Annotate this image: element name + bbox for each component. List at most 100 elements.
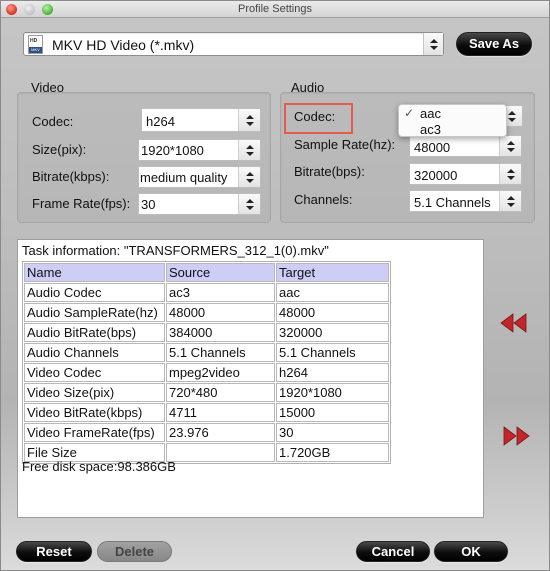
cell-name: Video Codec: [24, 363, 165, 382]
audio-samplerate-label: Sample Rate(hz):: [294, 137, 396, 152]
cell-target: 5.1 Channels: [276, 343, 389, 362]
up-down-arrows-icon: [429, 38, 438, 50]
audio-samplerate-stepper[interactable]: [499, 136, 521, 156]
reset-button[interactable]: Reset: [16, 541, 92, 562]
cell-target: 15000: [276, 403, 389, 422]
column-header-name: Name: [24, 263, 165, 282]
table-row: Audio Codec ac3 aac: [24, 283, 389, 302]
cell-source: 4711: [166, 403, 275, 422]
up-down-arrows-icon: [506, 195, 515, 207]
video-framerate-value: 30: [141, 197, 156, 212]
task-information-panel: Task information: "TRANSFORMERS_312_1(0)…: [17, 239, 484, 518]
dropdown-option-label: ac3: [420, 122, 441, 137]
task-information-table: Name Source Target Audio Codec ac3 aac Audi…: [22, 261, 391, 464]
save-as-button[interactable]: Save As: [456, 32, 532, 56]
cell-source: 720*480: [166, 383, 275, 402]
video-codec-value: h264: [146, 114, 175, 129]
audio-bitrate-value: 320000: [414, 168, 458, 183]
table-row: Audio Channels 5.1 Channels 5.1 Channels: [24, 343, 389, 362]
video-framerate-label: Frame Rate(fps):: [32, 196, 131, 211]
audio-bitrate-stepper[interactable]: [499, 164, 521, 184]
up-down-arrows-icon: [506, 140, 515, 152]
audio-bitrate-select[interactable]: 320000: [409, 163, 522, 185]
profile-select-stepper[interactable]: [423, 33, 443, 55]
video-codec-label: Codec:: [32, 114, 74, 129]
cell-target: 1920*1080: [276, 383, 389, 402]
table-row: Video Codec mpeg2video h264: [24, 363, 389, 382]
cancel-button[interactable]: Cancel: [356, 541, 430, 562]
table-header-row: Name Source Target: [24, 263, 389, 282]
cell-target: 30: [276, 423, 389, 442]
video-size-label: Size(pix):: [32, 142, 87, 157]
video-framerate-select[interactable]: 30: [138, 193, 261, 215]
up-down-arrows-icon: [245, 114, 254, 126]
video-size-value: 1920*1080: [141, 143, 204, 158]
cell-target: 48000: [276, 303, 389, 322]
audio-bitrate-label: Bitrate(bps):: [294, 164, 365, 179]
free-disk-space: Free disk space:98.386GB: [22, 459, 176, 474]
cell-name: Audio Codec: [24, 283, 165, 302]
checkmark-icon: ✓: [404, 106, 415, 120]
dropdown-option-label: aac: [420, 106, 441, 121]
video-codec-stepper[interactable]: [238, 109, 260, 131]
cell-source: 5.1 Channels: [166, 343, 275, 362]
cell-target: 1.720GB: [276, 443, 389, 462]
cell-target: aac: [276, 283, 389, 302]
table-row: Audio SampleRate(hz) 48000 48000: [24, 303, 389, 322]
video-bitrate-stepper[interactable]: [238, 167, 260, 187]
profile-select-value: MKV HD Video (*.mkv): [52, 37, 195, 53]
cell-source: 23.976: [166, 423, 275, 442]
video-framerate-stepper[interactable]: [238, 194, 260, 214]
title-bar: Profile Settings: [1, 1, 549, 18]
table-row: Audio BitRate(bps) 384000 320000: [24, 323, 389, 342]
table-row: Video BitRate(kbps) 4711 15000: [24, 403, 389, 422]
video-size-stepper[interactable]: [238, 140, 260, 160]
column-header-source: Source: [166, 263, 275, 282]
table-row: Video FrameRate(fps) 23.976 30: [24, 423, 389, 442]
cell-name: Audio SampleRate(hz): [24, 303, 165, 322]
audio-channels-label: Channels:: [294, 192, 353, 207]
ok-button[interactable]: OK: [434, 541, 508, 562]
video-bitrate-value: medium quality: [140, 170, 228, 185]
up-down-arrows-icon: [245, 144, 254, 156]
cell-source: 384000: [166, 323, 275, 342]
cell-source: [166, 443, 275, 462]
cell-target: 320000: [276, 323, 389, 342]
cell-source: mpeg2video: [166, 363, 275, 382]
dropdown-option-ac3[interactable]: ac3: [399, 122, 506, 137]
audio-channels-select[interactable]: 5.1 Channels: [409, 190, 522, 212]
cell-name: Video BitRate(kbps): [24, 403, 165, 422]
column-header-target: Target: [276, 263, 389, 282]
mkv-file-icon: HD MKV: [28, 35, 43, 54]
cell-target: h264: [276, 363, 389, 382]
double-left-arrow-icon[interactable]: [500, 313, 528, 333]
task-information-title: Task information: "TRANSFORMERS_312_1(0)…: [22, 243, 329, 258]
cell-name: Video FrameRate(fps): [24, 423, 165, 442]
cell-name: Audio BitRate(bps): [24, 323, 165, 342]
table-row: Video Size(pix) 720*480 1920*1080: [24, 383, 389, 402]
audio-codec-highlight: [284, 103, 353, 134]
profile-select[interactable]: HD MKV MKV HD Video (*.mkv): [23, 32, 444, 56]
audio-samplerate-select[interactable]: 48000: [409, 135, 522, 157]
cell-name: Video Size(pix): [24, 383, 165, 402]
video-bitrate-label: Bitrate(kbps):: [32, 169, 110, 184]
up-down-arrows-icon: [506, 168, 515, 180]
delete-button[interactable]: Delete: [97, 541, 172, 562]
file-icon-top-text: HD: [30, 38, 38, 44]
up-down-arrows-icon: [245, 171, 254, 183]
file-icon-bottom-text: MKV: [29, 47, 42, 53]
up-down-arrows-icon: [245, 198, 254, 210]
dropdown-option-aac[interactable]: ✓ aac: [399, 106, 506, 121]
window-title: Profile Settings: [238, 3, 312, 15]
video-size-select[interactable]: 1920*1080: [138, 139, 261, 161]
cell-source: 48000: [166, 303, 275, 322]
audio-samplerate-value: 48000: [414, 140, 451, 155]
audio-codec-dropdown-menu: ✓ aac ac3: [398, 104, 507, 137]
audio-channels-stepper[interactable]: [499, 191, 521, 211]
cell-source: ac3: [166, 283, 275, 302]
up-down-arrows-icon: [507, 110, 516, 122]
double-right-arrow-icon[interactable]: [503, 426, 531, 446]
video-codec-select[interactable]: h264: [141, 108, 261, 132]
profile-settings-window: Profile Settings HD MKV MKV HD Video (*.…: [0, 0, 550, 571]
video-bitrate-select[interactable]: medium quality: [138, 166, 261, 188]
